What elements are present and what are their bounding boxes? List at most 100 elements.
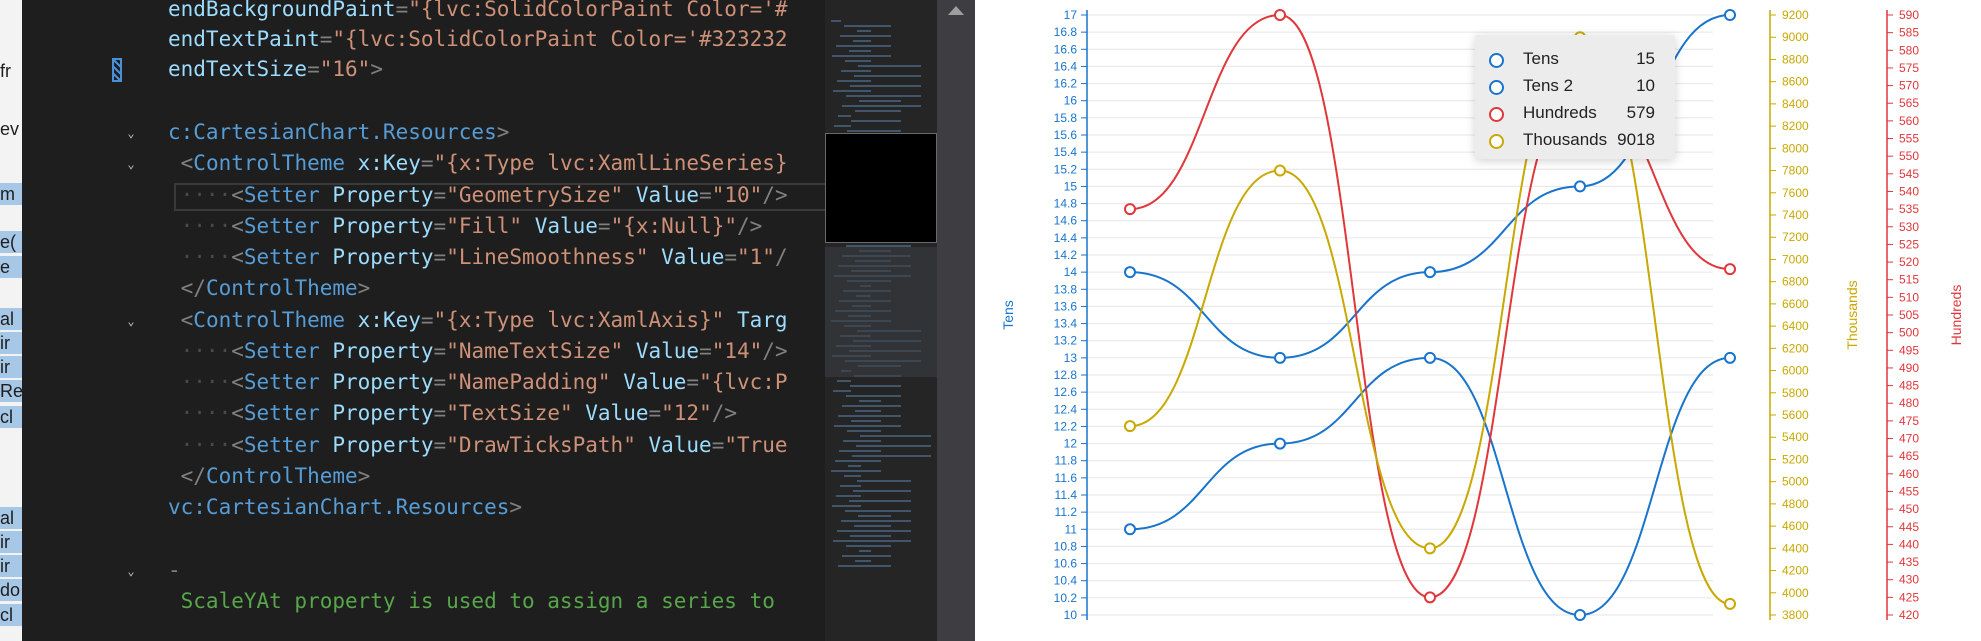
code-line[interactable]: - bbox=[168, 555, 181, 586]
axis-tick-label-tens: 11.6 bbox=[1055, 471, 1078, 485]
code-line[interactable]: ScaleYAt property is used to assign a se… bbox=[168, 586, 775, 617]
axis-tick-label-hundreds: 515 bbox=[1899, 273, 1919, 287]
minimap-line bbox=[832, 55, 891, 57]
axis-tick-label-thousands: 4400 bbox=[1782, 541, 1809, 555]
code-line[interactable]: ····<Setter Property="NamePadding" Value… bbox=[168, 367, 788, 398]
minimap-line bbox=[851, 420, 881, 422]
code-token: "DrawTicksPath" bbox=[446, 433, 636, 457]
axis-tick-label-tens: 12 bbox=[1064, 437, 1078, 451]
left-panel: fr ev m e(e al ir ir Re cl al ir ir do cl bbox=[0, 0, 23, 641]
axis-tick-label-hundreds: 435 bbox=[1899, 555, 1919, 569]
tooltip-series-value: 579 bbox=[1626, 103, 1655, 122]
minimap-line bbox=[847, 130, 901, 132]
code-token: "True bbox=[724, 433, 788, 457]
axis-tick-label-hundreds: 570 bbox=[1899, 79, 1919, 93]
axis-tick-label-tens: 10 bbox=[1064, 608, 1078, 622]
code-token: = bbox=[724, 245, 737, 269]
code-token: Setter bbox=[243, 339, 320, 363]
code-token: "Fill" bbox=[446, 214, 523, 238]
axis-tick-label-thousands: 5400 bbox=[1782, 430, 1809, 444]
axis-tick-label-tens: 11.8 bbox=[1055, 454, 1078, 468]
axis-tick-label-tens: 13.8 bbox=[1054, 282, 1078, 296]
code-line[interactable]: ····<Setter Property="GeometrySize" Valu… bbox=[168, 180, 788, 211]
tooltip-row: Hundreds 579 bbox=[1489, 101, 1665, 129]
code-token: = bbox=[433, 433, 447, 457]
code-line[interactable]: ····<Setter Property="NameTextSize" Valu… bbox=[168, 336, 788, 367]
code-token: = bbox=[711, 433, 725, 457]
code-token: ControlTheme bbox=[205, 276, 358, 300]
code-line[interactable]: </ControlTheme> bbox=[168, 273, 371, 304]
fold-chevron-icon[interactable]: ⌄ bbox=[124, 126, 138, 140]
axis-tick-label-tens: 14.2 bbox=[1054, 248, 1078, 262]
panel-fragment-6: ir bbox=[0, 332, 22, 354]
axis-tick-label-tens: 15.6 bbox=[1054, 128, 1078, 142]
code-line[interactable]: ····<Setter Property="DrawTicksPath" Val… bbox=[168, 430, 788, 461]
code-line[interactable]: </ControlTheme> bbox=[168, 461, 371, 492]
minimap-line bbox=[852, 455, 931, 457]
code-token: "10" bbox=[711, 183, 763, 207]
axis-tick-label-thousands: 5800 bbox=[1782, 386, 1809, 400]
code-line[interactable]: endBackgroundPaint="{lvc:SolidColorPaint… bbox=[168, 0, 788, 25]
code-editor[interactable]: endBackgroundPaint="{lvc:SolidColorPaint… bbox=[22, 0, 825, 641]
axis-tick-label-hundreds: 430 bbox=[1899, 573, 1919, 587]
tooltip-series-name: Hundreds bbox=[1523, 103, 1597, 122]
code-token: Value bbox=[623, 339, 700, 363]
code-token: "{lvc:P bbox=[699, 370, 788, 394]
axis-tick-label-hundreds: 450 bbox=[1899, 502, 1919, 516]
code-token: "{x:Type lvc:XamlLineSeries} bbox=[433, 151, 788, 175]
axis-tick-label-tens: 13.2 bbox=[1054, 334, 1078, 348]
axis-tick-label-thousands: 6400 bbox=[1782, 319, 1809, 333]
code-token: < bbox=[231, 214, 244, 238]
code-line[interactable]: endTextPaint="{lvc:SolidColorPaint Color… bbox=[168, 24, 788, 55]
code-token: > bbox=[370, 57, 383, 81]
code-token: "14" bbox=[711, 339, 763, 363]
tooltip-series-name: Tens 2 bbox=[1523, 76, 1574, 95]
code-line[interactable]: endTextSize="16"> bbox=[168, 54, 383, 85]
axis-tick-label-hundreds: 505 bbox=[1899, 308, 1919, 322]
minimap-line bbox=[840, 485, 861, 487]
tooltip-series-value: 9018 bbox=[1617, 130, 1655, 149]
panel-fragment-7: ir bbox=[0, 356, 22, 378]
code-token: = bbox=[433, 401, 447, 425]
code-token: ···· bbox=[168, 245, 232, 269]
axis-tick-label-hundreds: 580 bbox=[1899, 43, 1919, 57]
code-token: ControlTheme bbox=[193, 308, 346, 332]
minimap-line bbox=[837, 530, 911, 532]
code-token: Property bbox=[319, 183, 434, 207]
minimap-line bbox=[831, 470, 881, 472]
code-token: = bbox=[433, 339, 447, 363]
code-token: > bbox=[496, 120, 510, 144]
tooltip-series-value: 15 bbox=[1636, 49, 1655, 68]
vertical-scrollbar[interactable] bbox=[937, 0, 975, 641]
code-token: = bbox=[699, 183, 712, 207]
code-line[interactable]: ····<Setter Property="Fill" Value="{x:Nu… bbox=[168, 211, 763, 242]
series-point bbox=[1724, 9, 1736, 21]
minimap-viewport[interactable] bbox=[825, 133, 937, 243]
axis-tick-label-tens: 17 bbox=[1064, 8, 1078, 22]
series-point bbox=[1124, 203, 1136, 216]
series-point bbox=[1124, 420, 1136, 433]
scroll-up-arrow-icon[interactable] bbox=[948, 6, 964, 15]
minimap-line bbox=[860, 435, 931, 437]
panel-fragment-1: ev bbox=[0, 119, 20, 139]
axis-tick-label-tens: 16.6 bbox=[1054, 42, 1078, 56]
axis-tick-label-hundreds: 510 bbox=[1899, 290, 1919, 304]
code-line[interactable]: <ControlTheme x:Key="{x:Type lvc:XamlAxi… bbox=[168, 305, 788, 336]
code-token: ···· bbox=[168, 370, 232, 394]
fold-chevron-icon[interactable]: ⌄ bbox=[124, 157, 138, 171]
minimap-line bbox=[859, 550, 871, 552]
code-line[interactable]: vc:CartesianChart.Resources> bbox=[168, 492, 522, 523]
axis-tick-label-thousands: 7800 bbox=[1782, 164, 1809, 178]
axis-tick-label-thousands: 9000 bbox=[1782, 30, 1809, 44]
code-line[interactable]: c:CartesianChart.Resources> bbox=[168, 117, 509, 148]
code-token: = bbox=[433, 214, 447, 238]
axis-tick-label-tens: 14.8 bbox=[1054, 197, 1078, 211]
axis-tick-label-tens: 10.8 bbox=[1054, 539, 1078, 553]
series-point bbox=[1424, 266, 1436, 279]
code-line[interactable]: ····<Setter Property="TextSize" Value="1… bbox=[168, 398, 737, 429]
fold-chevron-icon[interactable]: ⌄ bbox=[124, 564, 138, 578]
code-line[interactable]: ····<Setter Property="LineSmoothness" Va… bbox=[168, 242, 788, 273]
fold-chevron-icon[interactable]: ⌄ bbox=[124, 314, 138, 328]
code-line[interactable]: <ControlTheme x:Key="{x:Type lvc:XamlLin… bbox=[168, 148, 788, 179]
axis-tick-label-tens: 12.2 bbox=[1054, 419, 1078, 433]
